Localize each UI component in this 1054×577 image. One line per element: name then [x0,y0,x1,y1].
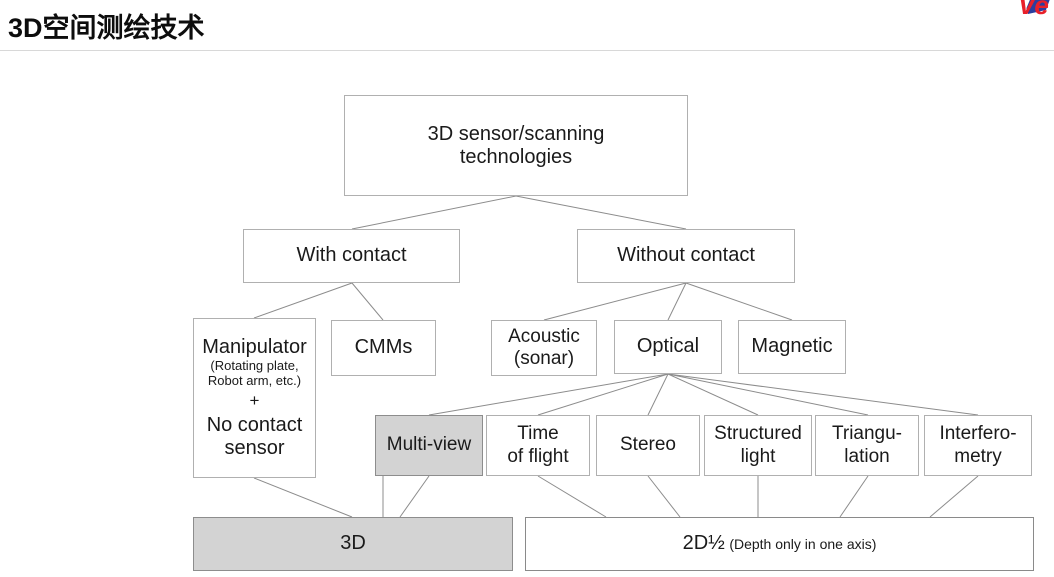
node-without-contact-label: Without contact [617,244,755,267]
node-stereo-label: Stereo [620,434,676,456]
node-manipulator-label: Manipulator (Rotating plate, Robot arm, … [202,336,307,459]
node-magnetic-label: Magnetic [751,335,833,358]
node-optical-label: Optical [636,335,700,358]
node-multi-view[interactable]: Multi-view [375,415,483,476]
page-title: 3D空间测绘技术 [8,13,205,43]
node-root[interactable]: 3D sensor/scanning technologies [344,95,688,196]
node-without-contact[interactable]: Without contact [577,229,795,283]
node-cmms[interactable]: CMMs [331,320,436,376]
node-optical[interactable]: Optical [614,320,722,374]
svg-text:Ve: Ve [1018,0,1049,20]
node-result-2d-half-label: 2D½ (Depth only in one axis) [683,532,877,555]
node-time-of-flight[interactable]: Time of flight [486,415,590,476]
node-interferometry-label: Interfero- metry [939,423,1017,467]
node-result-3d[interactable]: 3D [193,517,513,571]
node-structured-light-label: Structured light [714,423,802,467]
node-acoustic-label: Acoustic (sonar) [508,325,580,369]
result-2d-half-value: 2D½ [682,532,725,555]
node-manipulator[interactable]: Manipulator (Rotating plate, Robot arm, … [193,318,316,478]
node-magnetic[interactable]: Magnetic [738,320,846,374]
node-result-2d-half[interactable]: 2D½ (Depth only in one axis) [525,517,1034,571]
node-interferometry[interactable]: Interfero- metry [924,415,1032,476]
result-2d-half-note: (Depth only in one axis) [729,536,877,553]
node-cmms-label: CMMs [354,336,413,359]
node-result-3d-label: 3D [340,532,366,555]
tree-diagram: 3D sensor/scanning technologies With con… [0,51,1054,577]
node-time-of-flight-label: Time of flight [507,423,569,467]
node-stereo[interactable]: Stereo [596,415,700,476]
vention-logo: Ve [976,0,1054,28]
page-header: 3D空间测绘技术 Ve [0,0,1054,51]
node-triangulation-label: Triangu- lation [831,423,903,467]
node-triangulation[interactable]: Triangu- lation [815,415,919,476]
node-with-contact[interactable]: With contact [243,229,460,283]
node-root-label: 3D sensor/scanning technologies [427,122,605,168]
node-with-contact-label: With contact [296,244,407,267]
node-acoustic[interactable]: Acoustic (sonar) [491,320,597,376]
node-structured-light[interactable]: Structured light [704,415,812,476]
node-multi-view-label: Multi-view [386,434,472,456]
